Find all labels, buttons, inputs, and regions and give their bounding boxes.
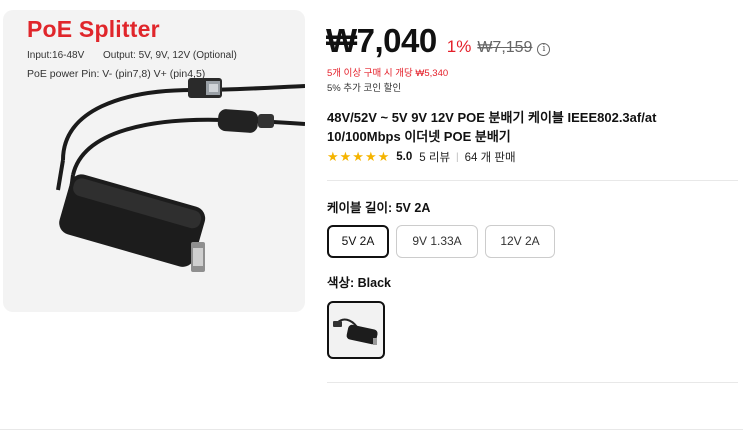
cable-length-label: 케이블 길이: 5V 2A: [327, 201, 431, 215]
image-spec-output: Output: 5V, 9V, 12V (Optional): [103, 50, 237, 61]
info-icon[interactable]: i: [537, 43, 551, 56]
option-5v-2a[interactable]: 5V 2A: [327, 225, 389, 258]
divider: [327, 382, 738, 383]
image-spec-input: Input:16-48V: [27, 50, 85, 61]
coin-discount-note: 5% 추가 코인 할인: [327, 83, 402, 94]
image-product-title: PoE Splitter: [27, 16, 160, 42]
cable-length-options: 5V 2A 9V 1.33A 12V 2A: [327, 225, 555, 258]
option-9v-1-33a[interactable]: 9V 1.33A: [396, 225, 478, 258]
rating-row[interactable]: ★★★★★ 5.0 5 리뷰 | 64 개 판매: [327, 149, 516, 165]
price-row: ₩7,040 1% ₩7,159 i: [326, 22, 551, 60]
review-count[interactable]: 5 리뷰: [419, 149, 450, 165]
product-image[interactable]: PoE Splitter Input:16-48V Output: 5V, 9V…: [3, 10, 305, 312]
rating-score: 5.0: [396, 151, 413, 163]
image-spec-pins: PoE power Pin: V- (pin7,8) V+ (pin4,5): [27, 68, 206, 80]
rating-stars-icon: ★★★★★: [327, 149, 391, 164]
color-swatch-black[interactable]: [327, 301, 385, 359]
product-title: 48V/52V ~ 5V 9V 12V POE 분배기 케이블 IEEE802.…: [327, 110, 657, 144]
splitter-thumbnail-icon: [333, 318, 378, 345]
bottom-divider: [0, 429, 743, 430]
color-label: 색상: Black: [327, 276, 391, 290]
bulk-price-note: 5개 이상 구매 시 개당 ₩5,340: [327, 68, 449, 79]
sold-count: 64 개 판매: [464, 152, 516, 164]
option-12v-2a[interactable]: 12V 2A: [485, 225, 555, 258]
original-price: ₩7,159: [477, 39, 533, 56]
current-price: ₩7,040: [326, 22, 437, 59]
discount-percent: 1%: [446, 37, 472, 56]
separator: |: [456, 151, 459, 163]
divider: [327, 180, 738, 181]
